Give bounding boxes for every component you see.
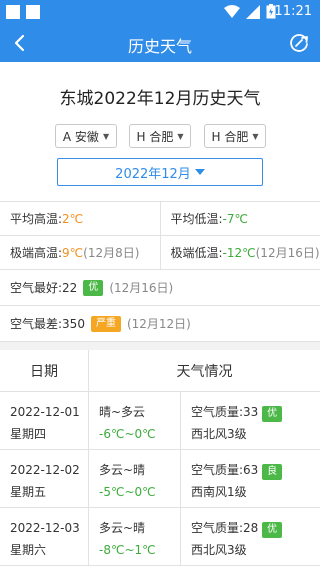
city-select[interactable]: H 合肥 ▼	[129, 124, 191, 148]
worst-air-row: 空气最差:350 严重 (12月12日)	[0, 306, 320, 342]
status-icons	[224, 4, 276, 19]
row-temperature: -5℃~0℃	[99, 485, 156, 499]
best-air-row: 空气最好:22 优 (12月16日)	[0, 270, 320, 306]
extreme-high-cell: 极端高温: 9℃ (12月8日)	[0, 236, 160, 269]
weather-column-header: 天气情况	[176, 363, 233, 380]
notification-icon	[6, 5, 20, 19]
avg-low-cell: 平均低温: -7℃	[159, 202, 320, 235]
row-aqi: 空气质量:28	[191, 521, 259, 535]
row-date: 2022-12-03	[10, 521, 80, 535]
row-wind: 西北风3级	[191, 427, 247, 441]
dropdown-caret-icon: ▼	[177, 131, 184, 141]
section-divider	[0, 342, 320, 350]
province-select-value: A 安徽	[62, 129, 99, 144]
best-air-label: 空气最好:22	[10, 281, 78, 295]
weather-cell: 晴~多云 -6℃~0℃	[89, 392, 181, 449]
notification-icon	[26, 5, 40, 19]
weather-cell: 多云~晴 -5℃~0℃	[89, 450, 181, 507]
date-cell: 2022-12-02 星期五	[0, 450, 89, 507]
row-temperature: -8℃~1℃	[99, 543, 156, 557]
air-cell: 空气质量:33 优 西北风3级	[181, 392, 320, 449]
extreme-low-value: -12℃	[222, 245, 256, 260]
row-aqi: 空气质量:33	[191, 405, 259, 419]
province-select[interactable]: A 安徽 ▼	[55, 124, 117, 148]
stats-row: 极端高温: 9℃ (12月8日) 极端低温: -12℃ (12月16日)	[0, 236, 320, 270]
row-wind: 西北风3级	[191, 543, 247, 557]
air-cell: 空气质量:28 优 西北风3级	[181, 508, 320, 565]
table-header: 日期 天气情况	[0, 350, 320, 392]
month-picker[interactable]: 2022年12月	[57, 158, 263, 186]
month-picker-value: 2022年12月	[115, 166, 191, 182]
extreme-high-date: (12月8日)	[83, 246, 140, 260]
avg-high-value: 2℃	[62, 211, 84, 226]
extreme-high-value: 9℃	[62, 245, 84, 260]
avg-low-label: 平均低温:	[170, 212, 223, 226]
row-weekday: 星期四	[10, 427, 47, 441]
avg-high-label: 平均高温:	[10, 212, 63, 226]
app-bar: 历史天气	[0, 24, 320, 62]
date-column-header: 日期	[0, 350, 89, 391]
daily-weather-table: 日期 天气情况 2022-12-01 星期四 晴~多云 -6℃~0℃ 空气质量:…	[0, 350, 320, 566]
row-weekday: 星期六	[10, 543, 47, 557]
worst-air-date: (12月12日)	[126, 317, 191, 331]
dropdown-caret-icon: ▼	[102, 131, 110, 141]
row-weekday: 星期五	[10, 485, 47, 499]
extreme-low-date: (12月16日)	[255, 246, 320, 260]
air-quality-badge: 良	[262, 464, 283, 480]
status-time: 11:21	[274, 4, 312, 19]
row-date: 2022-12-02	[10, 463, 80, 477]
signal-icon	[246, 4, 260, 19]
air-quality-badge: 优	[83, 279, 104, 296]
table-row[interactable]: 2022-12-03 星期六 多云~晴 -8℃~1℃ 空气质量:28 优 西北风…	[0, 508, 320, 566]
stats-summary: 平均高温: 2℃ 平均低温: -7℃ 极端高温: 9℃ (12月8日) 极端低温…	[0, 201, 320, 342]
extreme-low-label: 极端低温:	[170, 246, 223, 260]
table-row[interactable]: 2022-12-01 星期四 晴~多云 -6℃~0℃ 空气质量:33 优 西北风…	[0, 392, 320, 450]
district-select[interactable]: H 合肥 ▼	[204, 124, 266, 148]
history-weather-heading: 东城2022年12月历史天气	[59, 89, 261, 109]
status-bar: 11:21	[0, 0, 320, 24]
avg-low-value: -7℃	[222, 211, 248, 226]
air-quality-badge: 严重	[90, 315, 121, 332]
air-quality-badge: 优	[262, 522, 283, 538]
page-title: 历史天气	[127, 37, 192, 56]
row-wind: 西南风1级	[191, 485, 247, 499]
city-select-value: H 合肥	[136, 129, 174, 144]
weather-cell: 多云~晴 -8℃~1℃	[89, 508, 181, 565]
wifi-icon	[224, 4, 240, 18]
row-weather: 多云~晴	[99, 521, 146, 535]
extreme-low-cell: 极端低温: -12℃ (12月16日)	[159, 236, 320, 269]
dropdown-caret-icon: ▼	[252, 131, 259, 141]
air-cell: 空气质量:63 良 西南风1级	[181, 450, 320, 507]
row-weather: 晴~多云	[99, 405, 146, 419]
row-date: 2022-12-01	[10, 405, 80, 419]
triangle-down-icon	[194, 169, 205, 175]
row-temperature: -6℃~0℃	[99, 427, 156, 441]
refresh-icon[interactable]	[288, 32, 310, 54]
air-quality-badge: 优	[262, 406, 283, 422]
date-cell: 2022-12-01 星期四	[0, 392, 89, 449]
extreme-high-label: 极端高温:	[10, 246, 63, 260]
best-air-date: (12月16日)	[109, 281, 174, 295]
district-select-value: H 合肥	[211, 129, 249, 144]
avg-high-cell: 平均高温: 2℃	[0, 202, 160, 235]
row-aqi: 空气质量:63	[191, 463, 259, 477]
stats-row: 平均高温: 2℃ 平均低温: -7℃	[0, 202, 320, 236]
date-cell: 2022-12-03 星期六	[0, 508, 89, 565]
row-weather: 多云~晴	[99, 463, 146, 477]
worst-air-label: 空气最差:350	[10, 317, 85, 331]
table-row[interactable]: 2022-12-02 星期五 多云~晴 -5℃~0℃ 空气质量:63 良 西南风…	[0, 450, 320, 508]
